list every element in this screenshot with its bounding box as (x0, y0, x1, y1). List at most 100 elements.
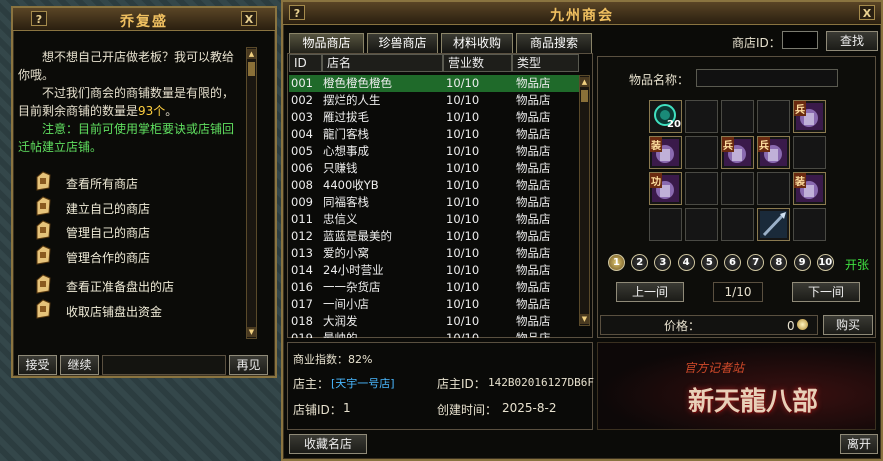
shop-list-scrollbar[interactable]: ▲ ▼ (579, 75, 590, 326)
item-slot[interactable] (757, 100, 790, 133)
table-row[interactable]: 018 大润发 10/10 物品店 (289, 313, 579, 330)
prev-shop-button[interactable]: 上一间 (616, 282, 684, 302)
table-row[interactable]: 005 心想事成 10/10 物品店 (289, 143, 579, 160)
scroll-token-icon (34, 171, 52, 191)
table-row[interactable]: 014 24小时营业 10/10 物品店 (289, 262, 579, 279)
item-type-badge: 兵 (758, 137, 770, 152)
table-row[interactable]: 013 爱的小窝 10/10 物品店 (289, 245, 579, 262)
intro-text: 想不想自己开店做老板？我可以教给你哦。 (18, 50, 235, 82)
scroll-down-icon[interactable]: ▼ (580, 314, 589, 324)
table-row[interactable]: 017 一间小店 10/10 物品店 (289, 296, 579, 313)
help-button[interactable]: ? (31, 11, 47, 26)
counter-button[interactable]: 9 (793, 254, 811, 271)
help-button[interactable]: ? (289, 5, 305, 20)
table-row[interactable]: 008 4400收YB 10/10 物品店 (289, 177, 579, 194)
shop-num-value: 1 (343, 401, 351, 415)
continue-button[interactable]: 继续 (60, 355, 99, 375)
counter-button[interactable]: 1 (608, 254, 625, 271)
logo-tagline: 官方记者站 (684, 361, 745, 375)
tab-pet-shop[interactable]: 珍兽商店 (367, 33, 438, 53)
cell-count: 10/10 (446, 144, 480, 158)
counter-button[interactable]: 6 (724, 254, 741, 271)
item-slot[interactable] (685, 208, 718, 241)
column-header[interactable]: 类型 (512, 54, 579, 72)
accept-button[interactable]: 接受 (18, 355, 57, 375)
cell-name: 最帅的 (323, 331, 358, 338)
cell-name: 爱的小窝 (323, 246, 369, 260)
tab-item-shop[interactable]: 物品商店 (289, 33, 364, 53)
scroll-thumb[interactable] (248, 62, 255, 76)
tab-product-search[interactable]: 商品搜索 (516, 33, 592, 53)
item-slot[interactable] (721, 100, 754, 133)
item-slot[interactable] (685, 136, 718, 169)
item-slot[interactable] (793, 136, 826, 169)
item-type-badge: 装 (650, 137, 662, 152)
close-button[interactable]: X (241, 11, 257, 26)
scroll-up-icon[interactable]: ▲ (580, 77, 589, 87)
item-name-label: 物品名称： (629, 73, 690, 87)
column-header[interactable]: 店名 (322, 54, 443, 72)
scroll-thumb[interactable] (581, 90, 588, 102)
buy-button[interactable]: 购买 (823, 315, 873, 335)
scroll-down-icon[interactable]: ▼ (247, 327, 256, 337)
item-slot[interactable] (757, 208, 790, 241)
cell-count: 10/10 (446, 93, 480, 107)
cell-type: 物品店 (516, 178, 551, 192)
cell-name: 一间小店 (323, 297, 369, 311)
shop-id-input[interactable] (782, 31, 818, 49)
cell-type: 物品店 (516, 297, 551, 311)
column-header[interactable]: ID (289, 54, 322, 72)
table-row[interactable]: 002 摆烂的人生 10/10 物品店 (289, 92, 579, 109)
stack-count: 20 (667, 119, 681, 130)
counter-button[interactable]: 10 (816, 254, 834, 271)
cell-count: 10/10 (446, 280, 480, 294)
table-row[interactable]: 004 龍门客栈 10/10 物品店 (289, 126, 579, 143)
column-header[interactable]: 营业数 (443, 54, 512, 72)
dialog-bottom-bar (102, 355, 226, 375)
counter-button[interactable]: 4 (677, 254, 695, 271)
cell-count: 10/10 (446, 127, 480, 141)
cell-type: 物品店 (516, 110, 551, 124)
goodbye-button[interactable]: 再见 (229, 355, 268, 375)
owner-id-value: 142B02016127DB6F (488, 376, 594, 389)
favorite-shops-button[interactable]: 收藏名店 (289, 434, 367, 454)
cell-id: 017 (291, 297, 313, 311)
scroll-token-icon (34, 274, 52, 294)
cell-count: 10/10 (446, 263, 480, 277)
table-row[interactable]: 019 最帅的 10/10 物品店 (289, 330, 579, 338)
table-row[interactable]: 001 橙色橙色橙色 10/10 物品店 (289, 75, 579, 92)
close-button[interactable]: X (859, 5, 875, 20)
page-indicator: 1/10 (713, 282, 763, 302)
table-row[interactable]: 006 只赚钱 10/10 物品店 (289, 160, 579, 177)
item-slot[interactable] (649, 208, 682, 241)
table-row[interactable]: 012 蓝蓝是最美的 10/10 物品店 (289, 228, 579, 245)
table-row[interactable]: 003 雁过拔毛 10/10 物品店 (289, 109, 579, 126)
shop-id-label: 商店ID： (732, 36, 781, 50)
table-row[interactable]: 009 同福客栈 10/10 物品店 (289, 194, 579, 211)
dialog-scrollbar[interactable]: ▲ ▼ (246, 47, 257, 339)
item-name-field[interactable] (696, 69, 838, 87)
item-slot[interactable] (685, 172, 718, 205)
next-shop-button[interactable]: 下一间 (792, 282, 860, 302)
shop-num-label: 店铺ID： (293, 403, 342, 417)
item-slot[interactable] (721, 208, 754, 241)
table-row[interactable]: 016 一一杂货店 10/10 物品店 (289, 279, 579, 296)
cell-id: 002 (291, 93, 313, 107)
table-row[interactable]: 011 忠信义 10/10 物品店 (289, 211, 579, 228)
item-slot[interactable] (685, 100, 718, 133)
spear-weapon-icon (760, 211, 787, 238)
scroll-up-icon[interactable]: ▲ (247, 49, 256, 59)
item-slot[interactable] (721, 172, 754, 205)
tab-material-purchase[interactable]: 材料收购 (441, 33, 513, 53)
owner-name[interactable]: [天宇一号店] (331, 375, 395, 391)
counter-button[interactable]: 5 (700, 254, 718, 271)
cell-name: 24小时营业 (323, 263, 384, 277)
cell-id: 019 (291, 331, 313, 338)
leave-button[interactable]: 离开 (840, 434, 878, 454)
item-slot[interactable] (757, 172, 790, 205)
search-button[interactable]: 查找 (826, 31, 878, 51)
item-slot[interactable] (793, 208, 826, 241)
cell-count: 10/10 (446, 314, 480, 328)
scroll-token-icon (34, 245, 52, 265)
cell-name: 一一杂货店 (323, 280, 381, 294)
